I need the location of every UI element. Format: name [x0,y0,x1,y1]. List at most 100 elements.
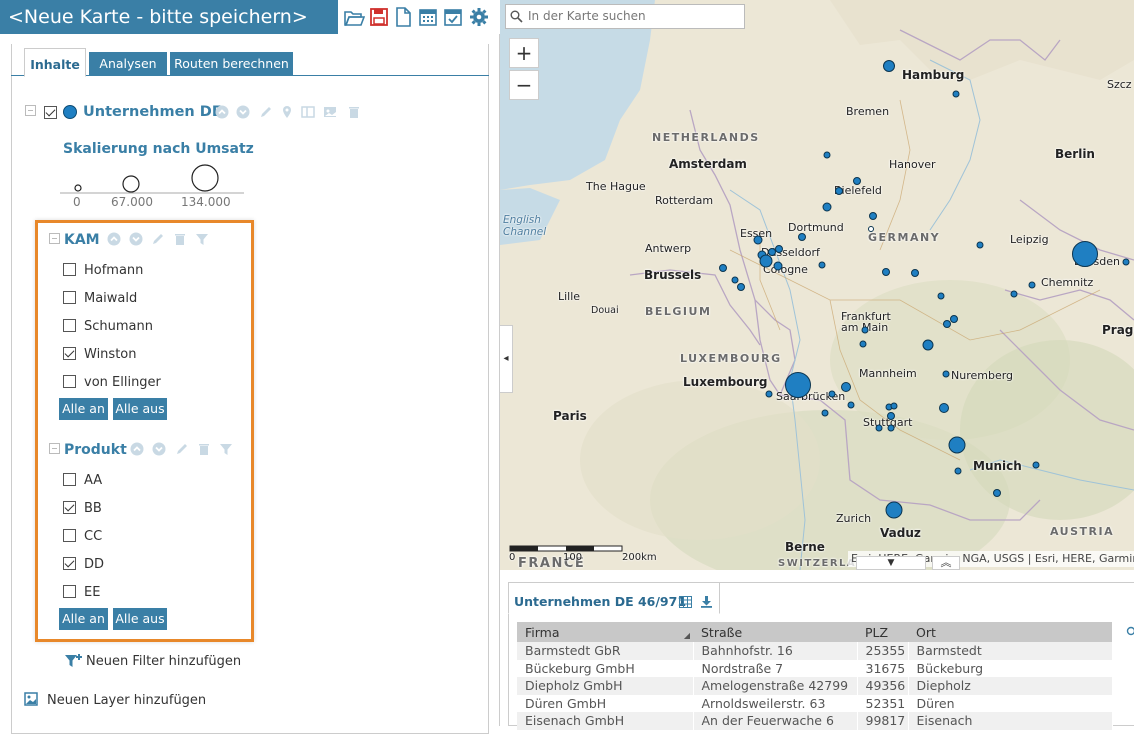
company-marker[interactable] [786,373,811,398]
kam-all-off-button[interactable]: Alle aus [113,398,167,420]
collapse-produkt-icon[interactable] [49,443,60,454]
add-layer-link[interactable]: Neuen Layer hinzufügen [47,693,206,708]
company-marker[interactable] [822,410,828,416]
move-up-icon[interactable] [130,442,144,456]
company-marker[interactable] [977,242,983,248]
column-header-plz[interactable]: PLZ [857,622,908,642]
tab-inhalte[interactable]: Inhalte [24,48,86,77]
produkt-checkbox-bb[interactable] [63,501,76,514]
kam-all-on-button[interactable]: Alle an [59,398,108,420]
company-marker[interactable] [953,91,959,97]
move-up-icon[interactable] [107,232,121,246]
company-marker[interactable] [869,227,874,232]
company-marker[interactable] [938,293,944,299]
layer-visibility-checkbox[interactable] [44,106,57,119]
company-marker[interactable] [923,340,933,350]
produkt-all-on-button[interactable]: Alle an [59,608,108,630]
kam-checkbox-schumann[interactable] [63,319,76,332]
column-header-ort[interactable]: Ort [908,622,1112,642]
map-search-input[interactable]: In der Karte suchen [505,4,745,29]
column-header-firma[interactable]: Firma◢ [517,622,693,642]
company-marker[interactable] [1073,242,1098,267]
company-marker[interactable] [870,213,877,220]
zoom-in-button[interactable]: + [509,38,539,68]
move-down-icon[interactable] [236,105,250,119]
column-header-strasse[interactable]: Straße [693,622,857,642]
company-marker[interactable] [1123,259,1129,265]
table-search-icon[interactable] [1125,626,1134,638]
kam-checkbox-von-ellinger[interactable] [63,375,76,388]
expand-table-button[interactable]: ︽ [932,556,960,570]
tab-analysen[interactable]: Analysen [89,52,167,76]
company-marker[interactable] [1011,291,1017,297]
table-row[interactable]: Bückeburg GmbH Nordstraße 7 31675 Bückeb… [517,660,1112,678]
company-marker[interactable] [862,327,868,333]
save-icon[interactable] [368,6,390,28]
company-marker[interactable] [891,403,897,409]
table-row[interactable]: Eisenach GmbH An der Feuerwache 6 99817 … [517,712,1112,730]
collapse-kam-icon[interactable] [49,233,60,244]
download-icon[interactable] [700,595,713,608]
company-marker[interactable] [823,203,831,211]
company-marker[interactable] [886,502,902,518]
layer-name[interactable]: Unternehmen DE [83,104,222,120]
table-view-icon[interactable] [301,105,315,119]
company-marker[interactable] [940,404,949,413]
company-marker[interactable] [876,425,882,431]
company-marker[interactable] [888,425,894,431]
company-marker[interactable] [738,284,745,291]
collapse-table-button[interactable]: ▼ [856,556,926,570]
filter-icon[interactable] [195,232,209,246]
company-marker[interactable] [943,371,949,377]
company-marker[interactable] [819,262,825,268]
company-marker[interactable] [829,391,835,397]
company-marker[interactable] [754,236,762,244]
company-marker[interactable] [944,321,951,328]
company-marker[interactable] [848,402,854,408]
company-marker[interactable] [732,277,738,283]
add-layer-icon[interactable] [24,692,38,706]
calendar-icon[interactable] [417,6,439,28]
add-filter-icon[interactable] [64,652,84,668]
table-row[interactable]: Düren GmbH Arnoldsweilerstr. 63 52351 Dü… [517,695,1112,713]
company-marker[interactable] [888,413,895,420]
delete-icon[interactable] [197,442,211,456]
company-marker[interactable] [860,341,866,347]
kam-checkbox-maiwald[interactable] [63,291,76,304]
kam-checkbox-winston[interactable] [63,347,76,360]
company-marker[interactable] [1029,282,1035,288]
move-up-icon[interactable] [215,105,229,119]
company-marker[interactable] [824,152,830,158]
table-icon[interactable] [679,596,692,608]
image-icon[interactable] [323,105,337,119]
company-marker[interactable] [799,234,806,241]
company-marker[interactable] [854,178,861,185]
calendar-check-icon[interactable] [442,6,464,28]
add-filter-link[interactable]: Neuen Filter hinzufügen [86,654,241,669]
table-row[interactable]: Diepholz GmbH Amelogenstraße 42799 49356… [517,677,1112,695]
company-marker[interactable] [774,262,782,270]
company-marker[interactable] [912,270,919,277]
company-marker[interactable] [884,61,895,72]
company-marker[interactable] [955,468,961,474]
company-marker[interactable] [842,383,851,392]
tab-routen-berechnen[interactable]: Routen berechnen [170,52,293,76]
new-file-icon[interactable] [392,6,414,28]
edit-icon[interactable] [175,442,189,456]
delete-icon[interactable] [173,232,187,246]
produkt-checkbox-dd[interactable] [63,557,76,570]
company-marker[interactable] [766,391,772,397]
produkt-checkbox-ee[interactable] [63,585,76,598]
produkt-all-off-button[interactable]: Alle aus [113,608,167,630]
company-marker[interactable] [951,316,958,323]
table-row[interactable]: Barmstedt GbR Bahnhofstr. 16 25355 Barms… [517,642,1112,660]
move-down-icon[interactable] [129,232,143,246]
company-marker[interactable] [776,246,783,253]
company-marker[interactable] [883,269,890,276]
move-down-icon[interactable] [152,442,166,456]
company-marker[interactable] [1033,462,1039,468]
zoom-out-button[interactable]: − [509,70,539,100]
collapse-layer-icon[interactable] [25,105,36,116]
company-marker[interactable] [720,265,727,272]
folder-open-icon[interactable] [343,6,365,28]
